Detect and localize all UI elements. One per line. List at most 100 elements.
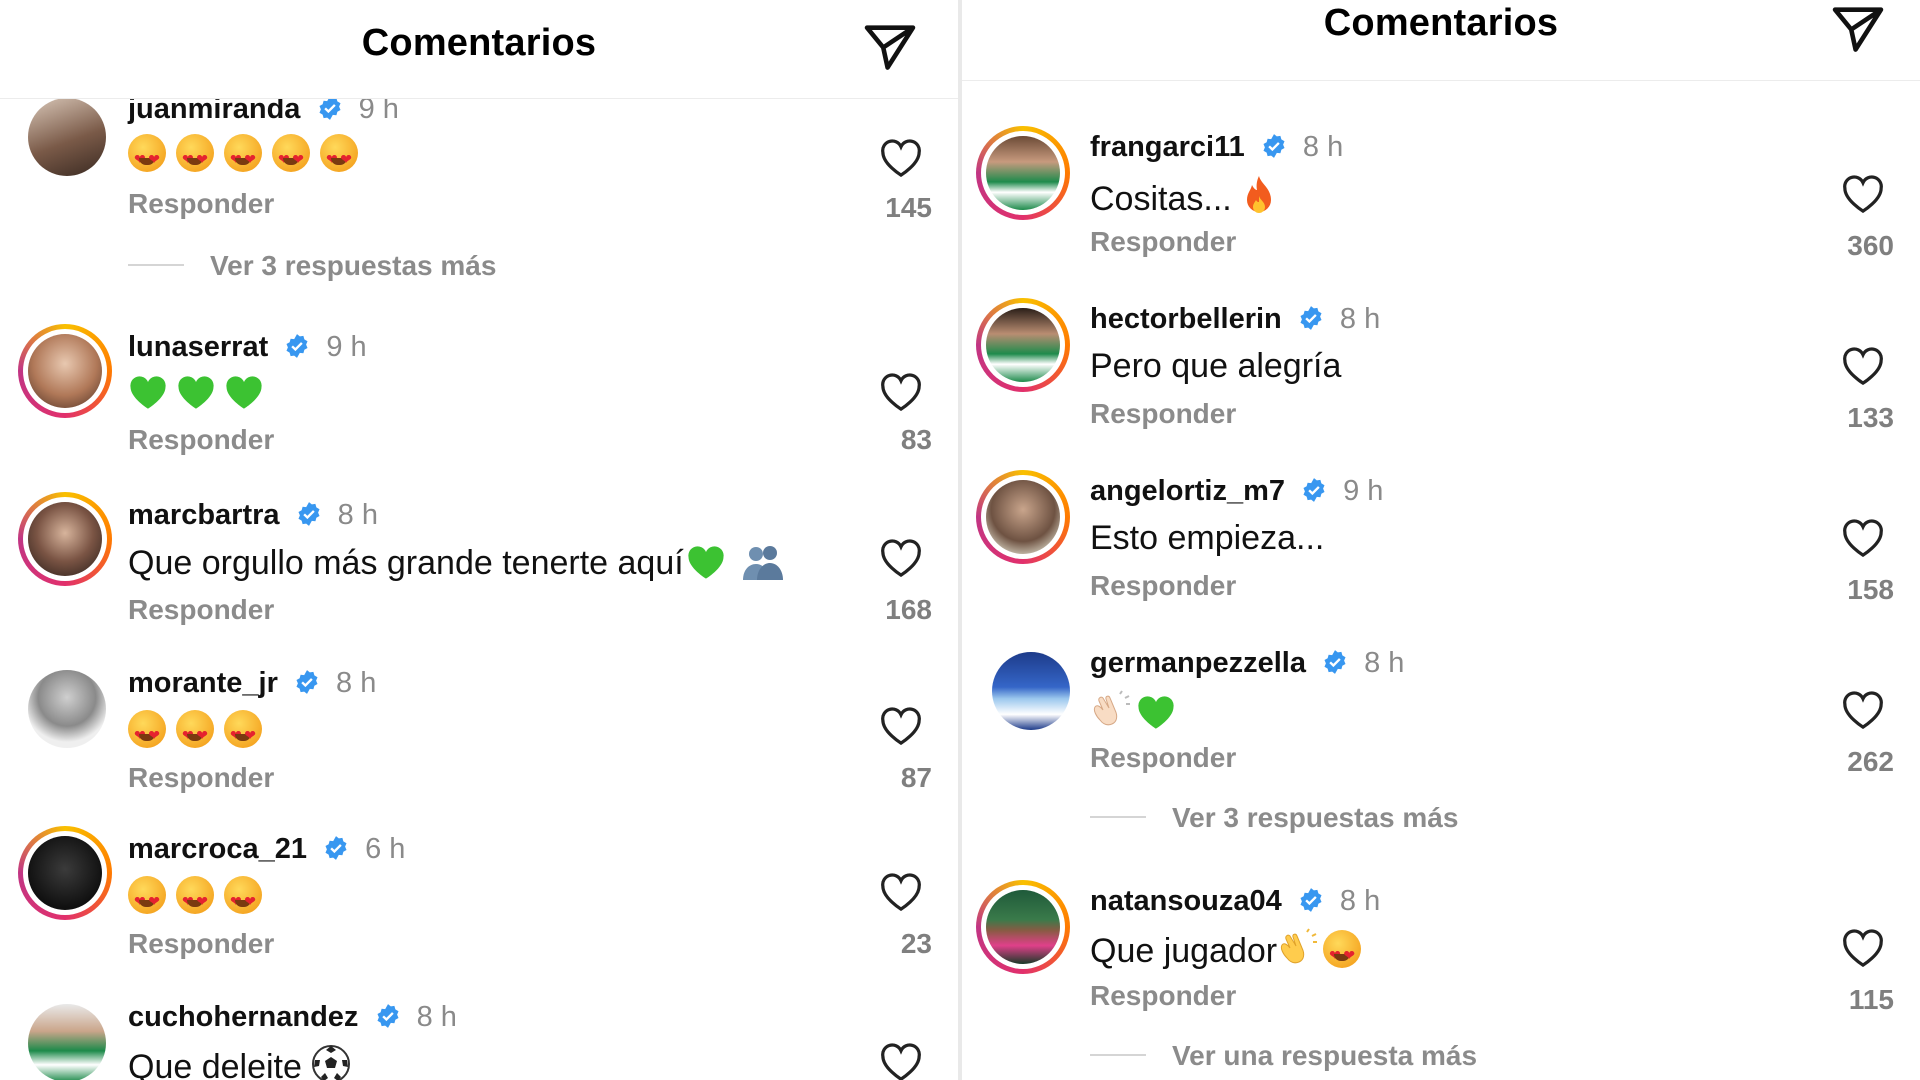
view-more-replies-label: Ver 3 respuestas más [210,250,497,281]
username[interactable]: angelortiz_m7 [1090,475,1285,507]
avatar[interactable] [976,880,1070,974]
reply-button[interactable]: Responder [1090,980,1236,1012]
heart-eyes-emoji-icon [176,134,214,179]
share-icon[interactable] [1828,0,1888,58]
reply-button[interactable]: Responder [128,594,274,626]
comment-text: Esto empieza... [1090,519,1325,557]
comment-text-content: Cositas... [1090,180,1232,218]
avatar[interactable] [18,660,112,754]
verified-badge-icon [1300,306,1322,330]
comment-text: Que orgullo más grande tenerte aquí [128,542,786,583]
view-more-replies-button[interactable]: Ver 3 respuestas más [128,250,496,282]
username[interactable]: hectorbellerin [1090,303,1282,335]
avatar[interactable] [18,492,112,586]
page-title: Comentarios [1323,2,1559,44]
username[interactable]: marcroca_21 [128,833,307,865]
avatar[interactable] [976,298,1070,392]
heart-eyes-emoji-icon [128,134,166,179]
like-heart-icon[interactable] [878,1040,924,1080]
heart-eyes-emoji-icon [128,876,166,921]
verified-badge-icon [1263,134,1285,158]
like-count: 168 [885,594,932,625]
avatar[interactable] [982,642,1076,736]
page-title: Comentarios [361,22,597,64]
username[interactable]: frangarci11 [1090,131,1245,163]
comment-text-content: Que deleite [128,1048,302,1080]
verified-badge-icon [1324,650,1346,674]
like-count: 158 [1847,574,1894,605]
comment-time: 8 h [1339,303,1381,335]
like-heart-icon[interactable] [878,536,924,578]
like-count: 360 [1847,230,1894,261]
like-heart-icon[interactable] [878,704,924,746]
comment-time: 9 h [326,331,367,363]
comment-text [128,876,272,921]
like-count: 23 [900,928,932,959]
soccer-ball-emoji-icon [312,1045,351,1080]
like-heart-icon[interactable] [878,370,924,412]
verified-badge-icon [1303,478,1325,502]
verified-badge-icon [296,670,318,694]
header-bar: Comentarios [962,0,1920,81]
avatar[interactable] [18,324,112,418]
comment-time: 8 h [416,1001,457,1033]
heart-eyes-emoji-icon [224,876,262,921]
like-count: 145 [885,192,932,223]
view-more-replies-button[interactable]: Ver una respuesta más [1090,1040,1477,1072]
avatar[interactable] [976,470,1070,564]
green-heart-emoji-icon [1138,696,1174,729]
heart-eyes-emoji-icon [320,134,358,179]
clapping-hands-emoji-icon [1093,690,1130,726]
green-heart-emoji-icon [178,376,214,409]
username[interactable]: natansouza04 [1090,885,1282,917]
comment-time: 8 h [1302,131,1344,163]
reply-button[interactable]: Responder [128,424,274,456]
avatar[interactable] [18,88,112,182]
verified-badge-icon [298,502,320,526]
comment-text [128,710,272,755]
avatar[interactable] [976,126,1070,220]
heart-eyes-emoji-icon [272,134,310,179]
share-icon[interactable] [860,18,920,76]
reply-button[interactable]: Responder [128,188,274,220]
username[interactable]: cuchohernandez [128,1001,358,1033]
heart-eyes-emoji-icon [128,710,166,755]
divider-line [128,264,184,266]
like-heart-icon[interactable] [1840,926,1886,968]
divider-line [1090,816,1146,818]
like-count: 115 [1848,984,1894,1015]
comment-time: 6 h [365,833,406,865]
avatar[interactable] [18,826,112,920]
reply-button[interactable]: Responder [1090,398,1236,430]
green-heart-emoji-icon [130,376,166,409]
comment-time: 8 h [1339,885,1381,917]
like-heart-icon[interactable] [1840,688,1886,730]
username[interactable]: germanpezzella [1090,647,1306,679]
comment-text-content: Que jugador [1090,932,1278,970]
like-heart-icon[interactable] [878,136,924,178]
view-more-replies-button[interactable]: Ver 3 respuestas más [1090,802,1458,834]
heart-eyes-emoji-icon [1323,930,1362,975]
comment-text: Pero que alegría [1090,347,1342,385]
view-more-replies-label: Ver una respuesta más [1172,1040,1478,1071]
username[interactable]: lunaserrat [128,331,268,363]
heart-eyes-emoji-icon [176,710,214,755]
reply-button[interactable]: Responder [1090,742,1236,774]
username[interactable]: morante_jr [128,667,278,699]
like-heart-icon[interactable] [1840,516,1886,558]
heart-eyes-emoji-icon [176,876,214,921]
like-heart-icon[interactable] [1840,344,1886,386]
comment-text [1090,690,1184,733]
like-heart-icon[interactable] [1840,172,1886,214]
avatar[interactable] [18,994,112,1080]
reply-button[interactable]: Responder [128,928,274,960]
like-heart-icon[interactable] [878,870,924,912]
reply-button[interactable]: Responder [128,762,274,794]
heart-eyes-emoji-icon [224,710,262,755]
comment-time: 8 h [336,667,377,699]
comment-text: Cositas... [1090,174,1277,219]
username[interactable]: marcbartra [128,499,280,531]
reply-button[interactable]: Responder [1090,226,1236,258]
reply-button[interactable]: Responder [1090,570,1236,602]
like-count: 87 [900,762,932,793]
